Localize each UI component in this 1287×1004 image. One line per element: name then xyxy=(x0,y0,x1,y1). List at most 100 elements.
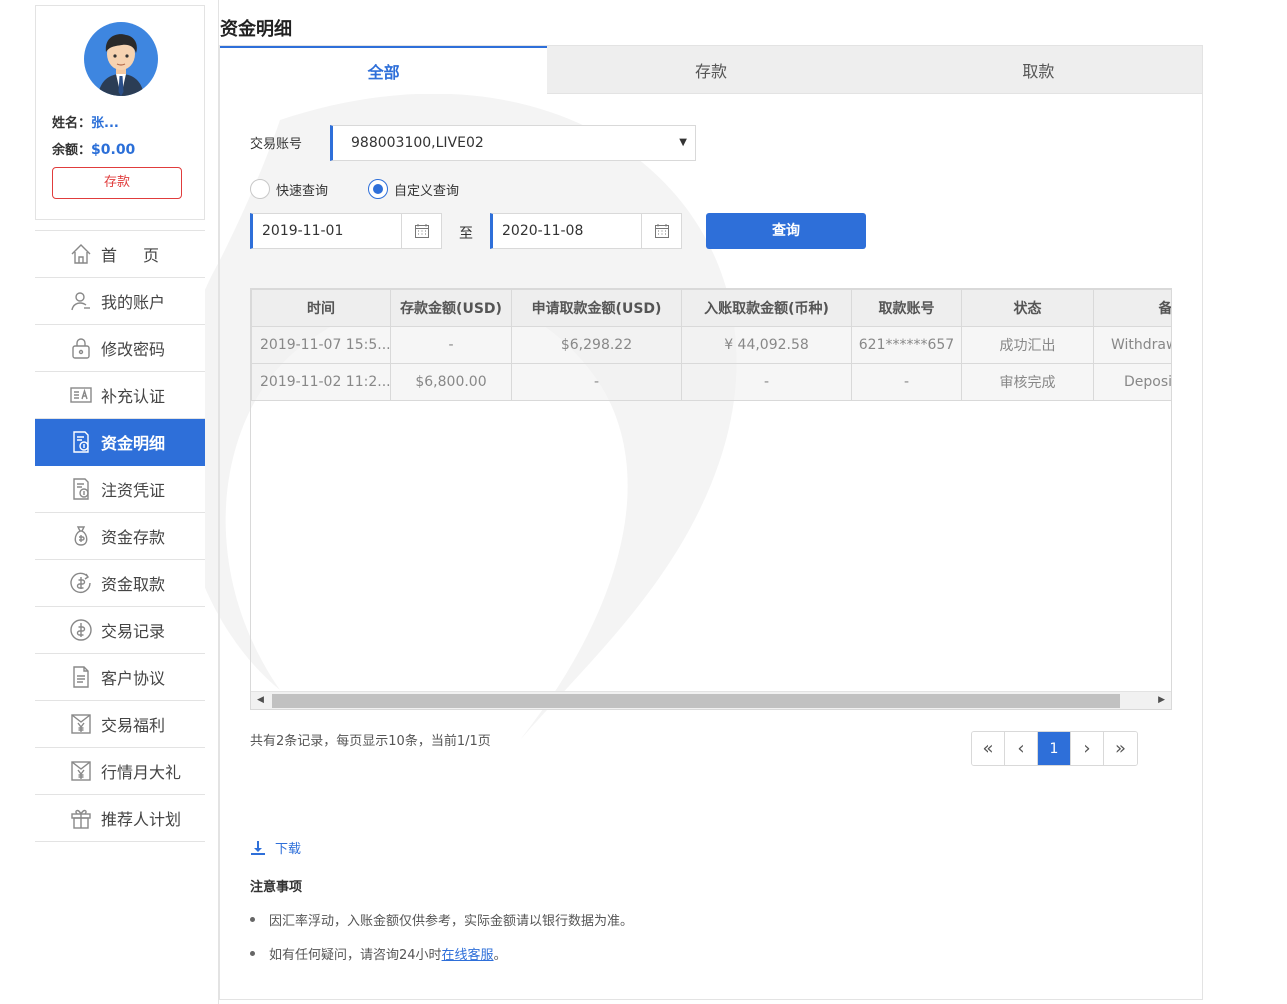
yen-envelope-icon xyxy=(69,712,93,736)
cell-deposit-amount: $6,800.00 xyxy=(390,363,512,401)
cell-credited-withdrawal: - xyxy=(681,363,852,401)
sidebar-item-trade-benefits[interactable]: 交易福利 xyxy=(35,701,205,748)
scrollbar-thumb[interactable] xyxy=(272,694,1120,708)
scroll-left-arrow-icon[interactable]: ◀ xyxy=(257,695,264,705)
download-icon xyxy=(250,840,266,856)
column-header: 存款金额(USD) xyxy=(390,289,512,327)
account-label: 交易账号 xyxy=(250,137,303,152)
calendar-icon[interactable] xyxy=(641,214,681,248)
tab-all[interactable]: 全部 xyxy=(220,46,548,94)
column-header: 状态 xyxy=(961,289,1094,327)
sidebar-menu: 首页 我的账户 修改密码 补充认证 资金明细 注资凭证 资金存款 资金取款 交易… xyxy=(35,230,205,842)
sidebar-item-referral-program[interactable]: 推荐人计划 xyxy=(35,795,205,842)
sidebar-item-label: 客户协议 xyxy=(101,669,166,688)
column-header: 入账取款金额(币种) xyxy=(681,289,852,327)
statement-icon xyxy=(69,430,93,454)
sidebar-item-label: 补充认证 xyxy=(101,387,166,406)
start-date-input[interactable]: 2019-11-01 xyxy=(250,213,442,249)
table-row[interactable]: 2019-11-07 15:5... - $6,298.22 ¥ 44,092.… xyxy=(251,326,1171,364)
first-page-button[interactable]: « xyxy=(972,732,1005,765)
cell-deposit-amount: - xyxy=(390,326,512,364)
balance-label: 余额： xyxy=(52,143,92,158)
column-header: 取款账号 xyxy=(851,289,962,327)
sidebar-item-label: 资金存款 xyxy=(101,528,166,547)
sidebar-item-fund-withdraw[interactable]: 资金取款 xyxy=(35,560,205,607)
sidebar: 姓名：张... 余额：$0.00 存款 首页 我的账户 修改密码 补充认证 资金… xyxy=(35,5,205,842)
last-page-button[interactable]: » xyxy=(1104,732,1137,765)
name-label: 姓名： xyxy=(52,116,92,131)
sidebar-item-fund-details[interactable]: 资金明细 xyxy=(35,419,205,466)
prev-page-button[interactable]: ‹ xyxy=(1005,732,1038,765)
dollar-coin-icon xyxy=(69,618,93,642)
custom-query-option[interactable]: 自定义查询 xyxy=(368,179,459,199)
sidebar-item-label: 资金明细 xyxy=(101,434,166,453)
query-mode-group: 快速查询 自定义查询 xyxy=(250,179,499,199)
sidebar-item-home[interactable]: 首页 xyxy=(35,231,205,278)
custom-query-radio[interactable] xyxy=(368,179,389,199)
lock-icon xyxy=(69,336,93,360)
start-date-value: 2019-11-01 xyxy=(262,223,344,239)
sidebar-item-label: 交易记录 xyxy=(101,622,166,641)
note-item: 因汇率浮动，入账金额仅供参考，实际金额请以银行数据为准。 xyxy=(250,910,633,929)
download-link[interactable]: 下载 xyxy=(250,838,301,857)
sidebar-item-label: 我的账户 xyxy=(101,293,166,312)
scroll-right-arrow-icon[interactable]: ▶ xyxy=(1158,695,1165,705)
sidebar-item-fund-deposit[interactable]: 资金存款 xyxy=(35,513,205,560)
quick-query-radio[interactable] xyxy=(250,179,270,199)
cell-withdraw-account: 621******657 xyxy=(851,326,962,364)
cell-status: 成功汇出 xyxy=(961,326,1094,364)
pagination-summary: 共有2条记录，每页显示10条，当前1/1页 xyxy=(250,734,491,749)
account-select[interactable]: 988003100,LIVE02 ▼ xyxy=(330,125,696,161)
note-text: 因汇率浮动，入账金额仅供参考，实际金额请以银行数据为准。 xyxy=(269,914,634,929)
yen-envelope-icon xyxy=(69,759,93,783)
sidebar-item-label: 交易福利 xyxy=(101,716,166,735)
download-label: 下载 xyxy=(275,842,302,857)
tab-deposit[interactable]: 存款 xyxy=(547,46,875,94)
notes-title: 注意事项 xyxy=(250,880,303,895)
id-card-icon xyxy=(69,383,93,407)
balance-row: 余额：$0.00 xyxy=(52,139,135,158)
table-header-row: 时间 存款金额(USD) 申请取款金额(USD) 入账取款金额(币种) 取款账号… xyxy=(251,289,1171,327)
user-name: 张... xyxy=(91,116,119,131)
column-header: 时间 xyxy=(251,289,391,327)
profile-card: 姓名：张... 余额：$0.00 存款 xyxy=(35,5,205,220)
home-icon xyxy=(69,242,93,266)
next-page-button[interactable]: › xyxy=(1071,732,1104,765)
cell-credited-withdrawal: ¥ 44,092.58 xyxy=(681,326,852,364)
quick-query-option[interactable]: 快速查询 xyxy=(250,179,328,199)
deposit-button[interactable]: 存款 xyxy=(52,167,182,199)
tab-withdraw[interactable]: 取款 xyxy=(874,46,1202,94)
tab-bar: 全部 存款 取款 xyxy=(220,46,1202,94)
sidebar-item-label: 首页 xyxy=(101,246,186,265)
table-row[interactable]: 2019-11-02 11:2... $6,800.00 - - - 审核完成 … xyxy=(251,363,1171,401)
query-button[interactable]: 查询 xyxy=(706,213,866,249)
end-date-value: 2020-11-08 xyxy=(502,223,584,239)
calendar-icon[interactable] xyxy=(401,214,441,248)
horizontal-scrollbar[interactable]: ◀ ▶ xyxy=(251,691,1171,709)
page-1-button[interactable]: 1 xyxy=(1038,732,1071,765)
column-header: 备注 xyxy=(1093,289,1171,327)
main-panel: 全部 存款 取款 交易账号 988003100,LIVE02 ▼ 快速查询 自定… xyxy=(219,45,1203,1000)
money-bag-icon xyxy=(69,524,93,548)
sidebar-item-label: 注资凭证 xyxy=(101,481,166,500)
online-support-link[interactable]: 在线客服 xyxy=(442,944,494,963)
cell-remark: Withdraw xyxy=(1093,326,1171,364)
note-item: 如有任何疑问，请咨询24小时 在线客服。 xyxy=(250,944,507,963)
sidebar-item-verification[interactable]: 补充认证 xyxy=(35,372,205,419)
sidebar-item-change-password[interactable]: 修改密码 xyxy=(35,325,205,372)
date-range-separator: 至 xyxy=(459,226,473,242)
sidebar-item-label: 推荐人计划 xyxy=(101,810,182,829)
cell-status: 审核完成 xyxy=(961,363,1094,401)
bullet-icon xyxy=(250,917,255,922)
sidebar-item-funding-voucher[interactable]: 注资凭证 xyxy=(35,466,205,513)
sidebar-item-client-agreement[interactable]: 客户协议 xyxy=(35,654,205,701)
sidebar-item-my-account[interactable]: 我的账户 xyxy=(35,278,205,325)
note-suffix: 。 xyxy=(493,948,507,963)
gift-icon xyxy=(69,806,93,830)
quick-query-label: 快速查询 xyxy=(276,183,329,199)
pagination: « ‹ 1 › » xyxy=(971,731,1138,766)
sidebar-item-trade-records[interactable]: 交易记录 xyxy=(35,607,205,654)
end-date-input[interactable]: 2020-11-08 xyxy=(490,213,682,249)
sidebar-item-monthly-gift[interactable]: 行情月大礼 xyxy=(35,748,205,795)
cell-withdraw-account: - xyxy=(851,363,962,401)
